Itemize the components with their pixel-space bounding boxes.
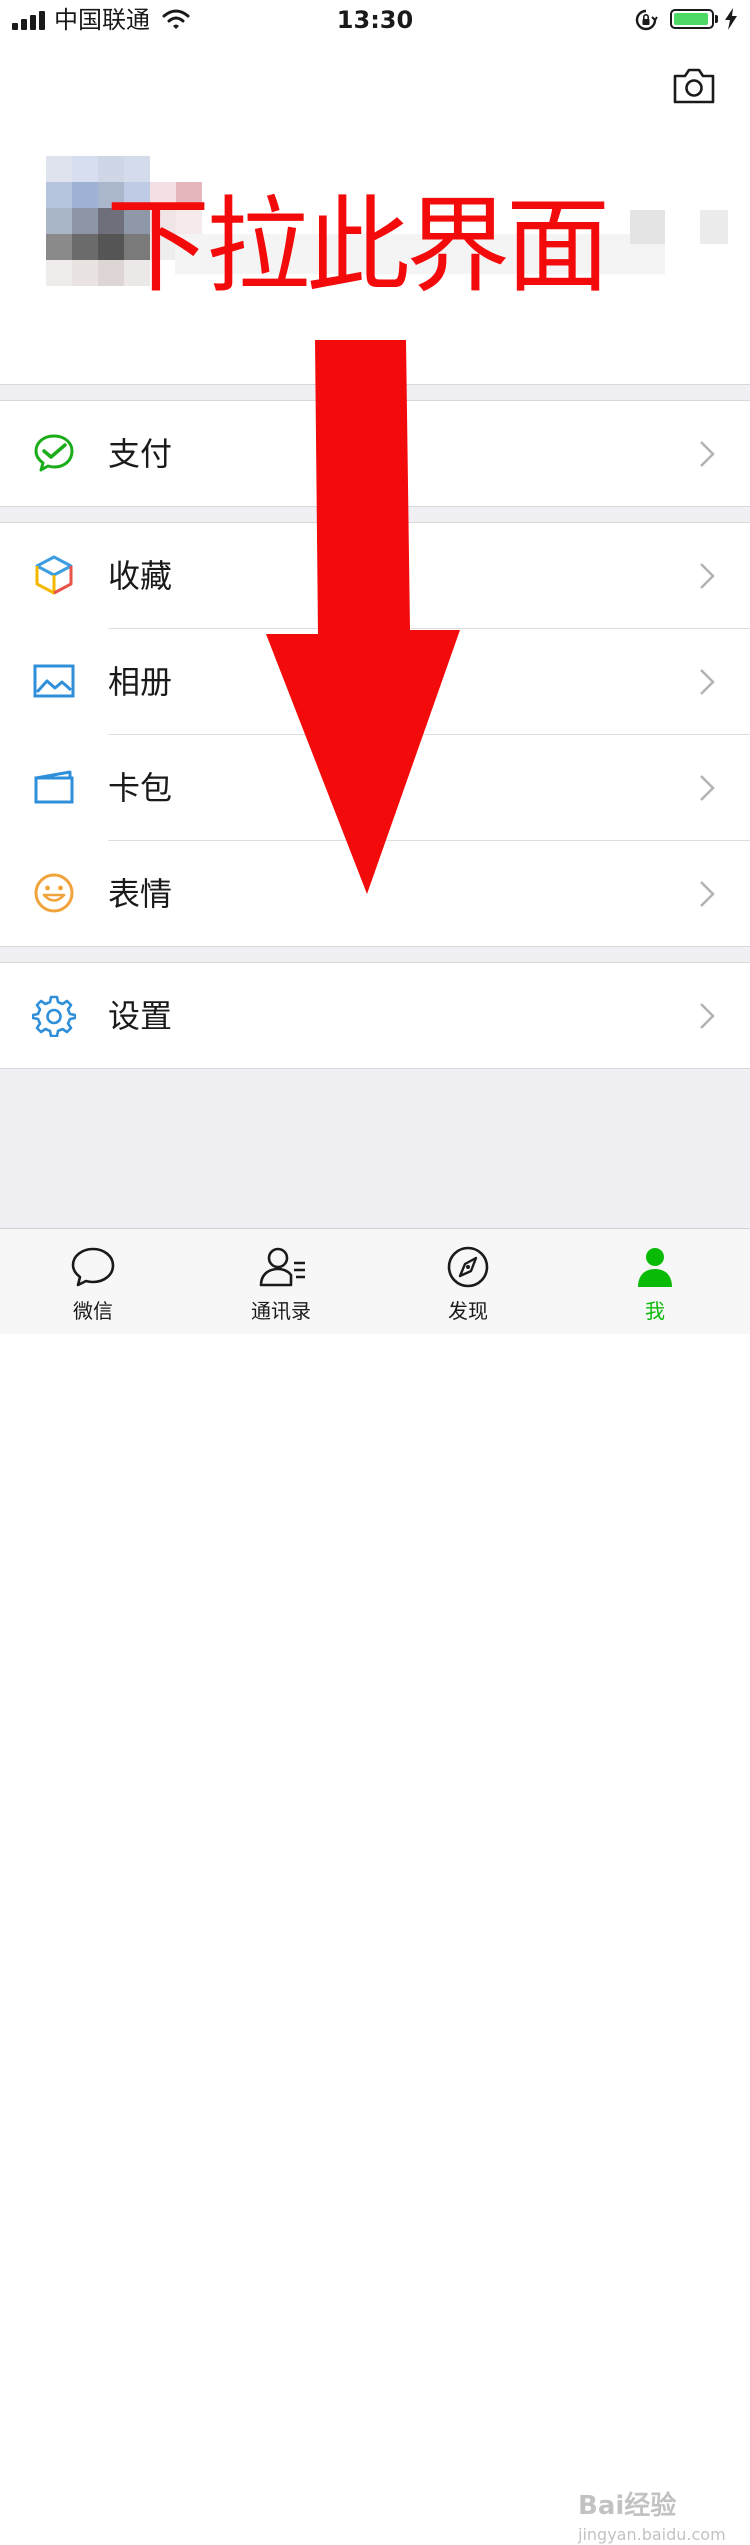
card-wallet-icon [34,770,74,804]
menu-label-cards: 卡包 [108,769,173,807]
chevron-right-icon [700,881,715,907]
person-icon [638,1248,672,1287]
tab-label-discover: 发现 [448,1299,488,1323]
picture-icon [33,664,75,698]
chevron-right-icon [700,563,715,589]
chevron-right-icon [700,441,715,467]
chevron-right-icon [700,669,715,695]
watermark-sub: jingyan.baidu.com [578,2525,726,2544]
rotation-lock-icon [635,9,658,31]
menu-item-settings[interactable]: 设置 [0,963,750,1068]
chat-bubble-icon [71,1247,115,1287]
charging-bolt-icon [725,8,737,30]
cube-icon [35,555,73,595]
chevron-right-icon [700,1003,715,1029]
profile-blur-block [700,210,728,244]
battery-icon [670,9,714,29]
section-gap [0,946,750,963]
menu-label-settings: 设置 [108,997,173,1035]
annotation-text: 下拉此界面 [106,185,610,307]
tab-label-chats: 微信 [73,1299,113,1323]
empty-area [0,1068,750,1229]
contacts-icon [259,1247,305,1287]
compass-icon [447,1246,489,1288]
battery-level [674,13,709,25]
tab-bar: 微信 通讯录 发现 我 Bai经验 jingyan.baidu.com [0,1228,750,2544]
camera-icon[interactable] [672,66,716,106]
menu-label-favorites: 收藏 [108,557,173,595]
profile-blur-block [630,210,665,244]
tab-label-me: 我 [645,1299,665,1323]
tab-discover[interactable]: 发现 [408,1229,528,1335]
tab-label-contacts: 通讯录 [251,1299,311,1323]
menu-label-stickers: 表情 [108,875,173,913]
wechat-pay-icon [34,434,74,472]
menu-label-pay: 支付 [108,435,173,473]
status-bar: 中国联通 13:30 [0,0,750,40]
tab-chats[interactable]: 微信 [33,1229,153,1335]
chevron-right-icon [700,775,715,801]
smiley-icon [34,873,74,913]
tab-me[interactable]: 我 [595,1229,715,1335]
tab-contacts[interactable]: 通讯录 [221,1229,341,1335]
gear-icon [32,995,76,1037]
watermark: Bai经验 [578,2491,677,2521]
arrow-down-icon [266,340,460,894]
battery-tip [715,15,718,23]
menu-label-album: 相册 [108,663,173,701]
